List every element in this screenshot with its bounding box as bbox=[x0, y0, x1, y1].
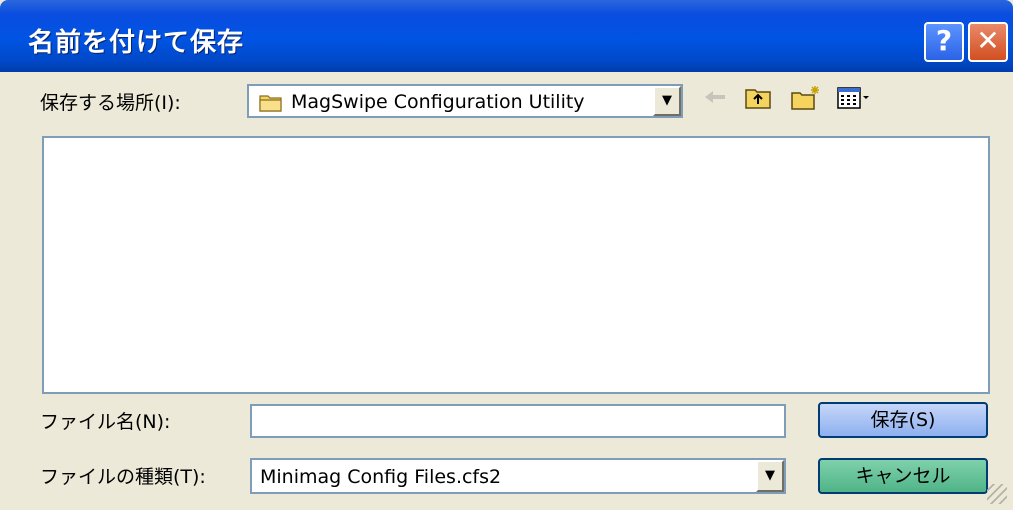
filetype-value: Minimag Config Files.cfs2 bbox=[260, 466, 502, 488]
folder-icon bbox=[259, 92, 283, 116]
up-folder-icon[interactable] bbox=[744, 84, 772, 116]
filetype-label: ファイルの種類(T): bbox=[40, 466, 206, 488]
help-button[interactable]: ? bbox=[924, 22, 964, 62]
save-location-value: MagSwipe Configuration Utility bbox=[291, 91, 585, 113]
view-menu-icon[interactable] bbox=[836, 84, 870, 116]
save-button[interactable]: 保存(S) bbox=[818, 402, 988, 438]
dialog-title: 名前を付けて保存 bbox=[28, 28, 245, 58]
close-button[interactable]: ✕ bbox=[968, 22, 1008, 62]
back-arrow-icon[interactable] bbox=[702, 84, 728, 116]
chevron-down-icon[interactable]: ▼ bbox=[653, 86, 681, 116]
filetype-combo[interactable]: Minimag Config Files.cfs2 ▼ bbox=[250, 458, 786, 494]
chevron-down-icon[interactable]: ▼ bbox=[756, 460, 784, 492]
new-folder-icon[interactable] bbox=[790, 84, 822, 116]
title-bar[interactable]: 名前を付けて保存 ? ✕ bbox=[0, 0, 1013, 72]
filename-input[interactable] bbox=[250, 404, 786, 438]
save-location-combo[interactable]: MagSwipe Configuration Utility ▼ bbox=[247, 84, 683, 118]
filename-label: ファイル名(N): bbox=[40, 411, 171, 433]
save-location-label: 保存する場所(I): bbox=[40, 92, 181, 114]
cancel-button[interactable]: キャンセル bbox=[818, 458, 988, 494]
save-as-dialog: 名前を付けて保存 ? ✕ 保存する場所(I): MagSwipe Configu… bbox=[0, 0, 1013, 510]
file-list[interactable] bbox=[42, 136, 990, 394]
resize-grip[interactable] bbox=[987, 484, 1007, 504]
